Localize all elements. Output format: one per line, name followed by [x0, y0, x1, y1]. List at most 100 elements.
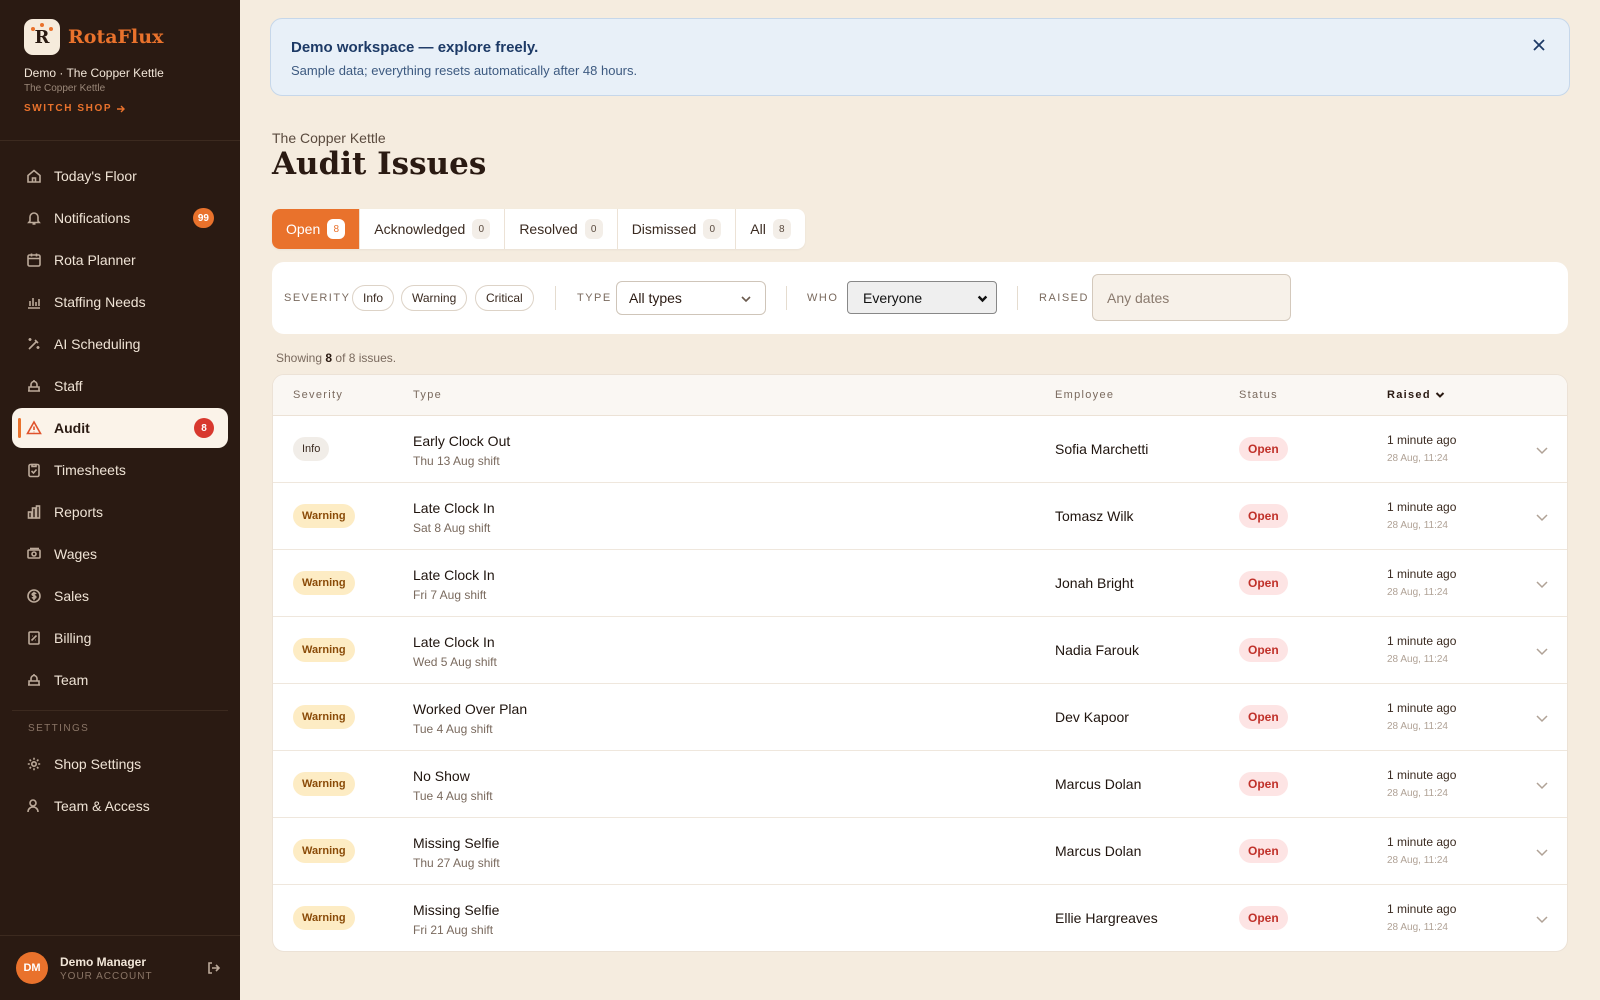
severity-chip-info[interactable]: Info — [352, 285, 395, 311]
dollar-circle-icon — [26, 588, 42, 604]
column-header-severity[interactable]: Severity — [293, 389, 343, 401]
sidebar-item-sales[interactable]: Sales — [12, 576, 228, 616]
column-header-employee[interactable]: Employee — [1055, 389, 1114, 401]
row-expand-button[interactable] — [1535, 912, 1549, 926]
sidebar-item-notifications[interactable]: Notifications 99 — [12, 198, 228, 238]
reports-chart-icon — [26, 504, 42, 520]
logout-button[interactable] — [206, 960, 222, 981]
status-badge: Open — [1239, 839, 1288, 863]
sidebar-item-todays-floor[interactable]: Today's Floor — [12, 156, 228, 196]
type-select[interactable]: All types — [616, 281, 766, 315]
table-row[interactable]: Warning Missing Selfie Thu 27 Aug shift … — [273, 818, 1567, 885]
severity-chip-warning[interactable]: Warning — [401, 285, 468, 311]
raised-relative: 1 minute ago — [1387, 500, 1457, 514]
column-header-type[interactable]: Type — [413, 389, 442, 401]
tab-dismissed[interactable]: Dismissed 0 — [618, 209, 737, 249]
issue-type: Late Clock In — [413, 567, 495, 583]
sidebar-item-label: Today's Floor — [54, 168, 137, 184]
column-header-status[interactable]: Status — [1239, 389, 1278, 401]
severity-chip-critical[interactable]: Critical — [475, 285, 534, 311]
severity-badge: Warning — [293, 839, 355, 863]
raised-relative: 1 minute ago — [1387, 701, 1457, 715]
sidebar-item-label: Billing — [54, 630, 92, 646]
sidebar-item-staff[interactable]: Staff — [12, 366, 228, 406]
row-expand-button[interactable] — [1535, 845, 1549, 859]
row-expand-button[interactable] — [1535, 711, 1549, 725]
settings-section-label: SETTINGS — [28, 723, 90, 734]
tab-resolved[interactable]: Resolved 0 — [505, 209, 618, 249]
sidebar-item-label: Staff — [54, 378, 83, 394]
table-row[interactable]: Info Early Clock Out Thu 13 Aug shift So… — [273, 416, 1567, 483]
sidebar-item-shop-settings[interactable]: Shop Settings — [12, 744, 228, 784]
tab-count: 0 — [584, 219, 603, 239]
sidebar-item-label: Team — [54, 672, 89, 688]
chevron-down-icon — [1536, 782, 1548, 790]
table-row[interactable]: Warning Missing Selfie Fri 21 Aug shift … — [273, 885, 1567, 951]
raised-timestamp: 28 Aug, 11:24 — [1387, 587, 1448, 598]
tab-open[interactable]: Open 8 — [272, 209, 361, 249]
sidebar-item-wages[interactable]: Wages — [12, 534, 228, 574]
column-header-raised[interactable]: Raised — [1387, 389, 1445, 401]
demo-banner: Demo workspace — explore freely. Sample … — [270, 18, 1570, 96]
status-badge: Open — [1239, 437, 1288, 461]
raised-relative: 1 minute ago — [1387, 634, 1457, 648]
user-account[interactable]: DM Demo Manager YOUR ACCOUNT — [16, 952, 153, 984]
employee-name: Ellie Hargreaves — [1055, 910, 1158, 926]
row-expand-button[interactable] — [1535, 443, 1549, 457]
sidebar-item-staffing-needs[interactable]: Staffing Needs — [12, 282, 228, 322]
raised-timestamp: 28 Aug, 11:24 — [1387, 855, 1448, 866]
user-name: Demo Manager — [60, 954, 147, 969]
chevron-down-icon — [1536, 581, 1548, 589]
table-row[interactable]: Warning Worked Over Plan Tue 4 Aug shift… — [273, 684, 1567, 751]
sidebar-item-label: Rota Planner — [54, 252, 136, 268]
raised-timestamp: 28 Aug, 11:24 — [1387, 721, 1448, 732]
tab-all[interactable]: All 8 — [736, 209, 805, 249]
who-select[interactable]: Everyone — [847, 281, 997, 314]
raised-date-input[interactable]: Any dates — [1092, 274, 1291, 321]
sidebar-item-label: AI Scheduling — [54, 336, 141, 352]
brand[interactable]: R RotaFlux — [24, 19, 163, 55]
filter-divider — [1017, 286, 1018, 310]
table-row[interactable]: Warning Late Clock In Fri 7 Aug shift Jo… — [273, 550, 1567, 617]
brand-name: RotaFlux — [68, 26, 164, 48]
severity-badge: Warning — [293, 571, 355, 595]
shop-subtitle: The Copper Kettle — [24, 83, 106, 94]
sidebar-item-label: Team & Access — [54, 798, 150, 814]
sidebar-item-timesheets[interactable]: Timesheets — [12, 450, 228, 490]
receipt-icon — [26, 630, 42, 646]
sidebar-item-label: Wages — [54, 546, 98, 562]
warning-triangle-icon — [26, 420, 42, 436]
sidebar-item-team-access[interactable]: Team & Access — [12, 786, 228, 826]
sidebar-item-reports[interactable]: Reports — [12, 492, 228, 532]
row-expand-button[interactable] — [1535, 644, 1549, 658]
status-badge: Open — [1239, 906, 1288, 930]
issue-type: Missing Selfie — [413, 902, 500, 918]
issue-shift: Wed 5 Aug shift — [413, 655, 497, 669]
switch-shop-link[interactable]: SWITCH SHOP — [24, 103, 126, 114]
table-row[interactable]: Warning Late Clock In Sat 8 Aug shift To… — [273, 483, 1567, 550]
banner-text: Sample data; everything resets automatic… — [291, 63, 638, 78]
issue-shift: Thu 27 Aug shift — [413, 856, 500, 870]
tab-count: 0 — [472, 219, 491, 239]
raised-relative: 1 minute ago — [1387, 768, 1457, 782]
chevron-down-icon — [741, 296, 751, 303]
status-badge: Open — [1239, 504, 1288, 528]
type-select-value: All types — [629, 290, 682, 306]
sidebar-item-ai-scheduling[interactable]: AI Scheduling — [12, 324, 228, 364]
user-subtitle: YOUR ACCOUNT — [60, 970, 153, 982]
sidebar-item-billing[interactable]: Billing — [12, 618, 228, 658]
tab-acknowledged[interactable]: Acknowledged 0 — [360, 209, 506, 249]
row-expand-button[interactable] — [1535, 577, 1549, 591]
clipboard-icon — [26, 462, 42, 478]
table-row[interactable]: Warning No Show Tue 4 Aug shift Marcus D… — [273, 751, 1567, 818]
sidebar-item-audit[interactable]: Audit 8 — [12, 408, 228, 448]
employee-name: Tomasz Wilk — [1055, 508, 1134, 524]
sidebar-item-rota-planner[interactable]: Rota Planner — [12, 240, 228, 280]
table-row[interactable]: Warning Late Clock In Wed 5 Aug shift Na… — [273, 617, 1567, 684]
calendar-icon — [26, 252, 42, 268]
sidebar-item-team[interactable]: Team — [12, 660, 228, 700]
row-expand-button[interactable] — [1535, 510, 1549, 524]
tab-count: 0 — [703, 219, 722, 239]
row-expand-button[interactable] — [1535, 778, 1549, 792]
banner-close-button[interactable] — [1529, 35, 1549, 55]
